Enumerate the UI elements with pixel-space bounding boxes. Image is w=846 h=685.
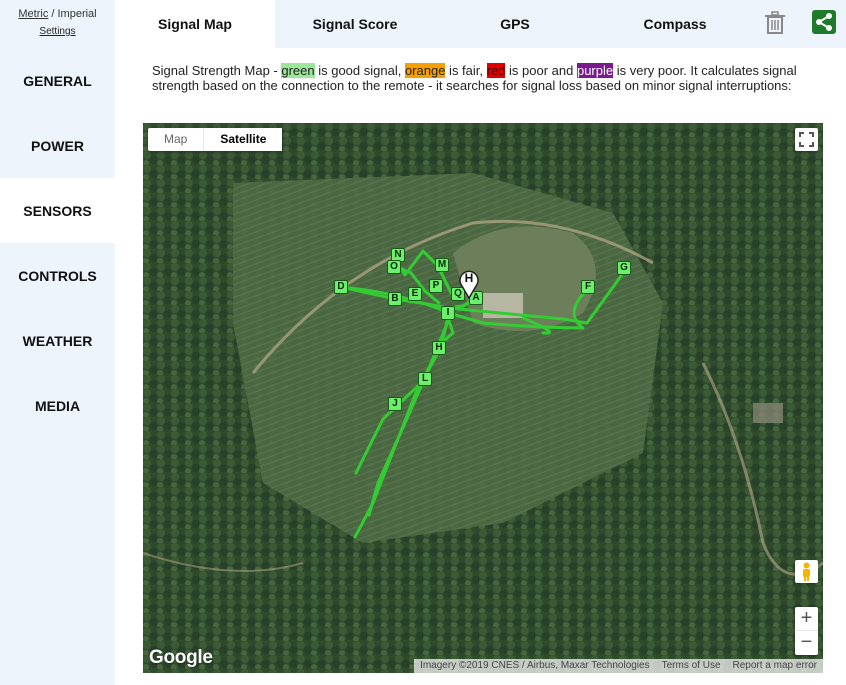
waypoint-marker[interactable]: D (334, 280, 348, 294)
home-label: H (464, 271, 474, 285)
desc-text: is poor and (505, 63, 577, 78)
units-separator: / (48, 8, 58, 20)
waypoint-marker[interactable]: M (435, 258, 449, 272)
legend-orange: orange (404, 63, 446, 78)
zoom-control: + − (795, 607, 818, 655)
app-root: Metric / Imperial Settings GENERAL POWER… (0, 0, 846, 685)
waypoint-marker[interactable]: O (387, 260, 401, 274)
settings-link[interactable]: Settings (39, 26, 75, 37)
desc-text: Signal Strength Map - (152, 63, 282, 78)
waypoint-marker[interactable]: G (617, 261, 631, 275)
fullscreen-icon[interactable] (795, 128, 818, 151)
map-type-satellite-button[interactable]: Satellite (203, 128, 283, 151)
sidebar-item-media[interactable]: MEDIA (0, 373, 115, 438)
waypoint-marker[interactable]: B (388, 292, 402, 306)
map-attribution: Imagery ©2019 CNES / Airbus, Maxar Techn… (414, 659, 823, 673)
google-logo: Google (149, 647, 213, 668)
sidebar-item-power[interactable]: POWER (0, 113, 115, 178)
units-toggle: Metric / Imperial (0, 8, 115, 21)
waypoint-marker[interactable]: J (388, 397, 402, 411)
sidebar: Metric / Imperial Settings GENERAL POWER… (0, 0, 115, 685)
legend-green: green (281, 63, 315, 78)
waypoint-marker[interactable]: L (418, 372, 432, 386)
desc-text: is fair, (445, 63, 487, 78)
home-marker[interactable]: H (458, 269, 480, 300)
trash-icon[interactable] (762, 10, 788, 36)
map-type-map-button[interactable]: Map (148, 128, 203, 151)
tab-bar: Signal Map Signal Score GPS Compass (115, 0, 846, 48)
report-map-error-link[interactable]: Report a map error (727, 659, 823, 673)
sidebar-item-general[interactable]: GENERAL (0, 48, 115, 113)
waypoint-marker[interactable]: H (432, 341, 446, 355)
zoom-in-button[interactable]: + (795, 607, 818, 631)
tab-signal-map[interactable]: Signal Map (115, 0, 275, 48)
tab-gps[interactable]: GPS (435, 0, 595, 48)
waypoint-marker[interactable]: F (581, 280, 595, 294)
desc-text: is good signal, (314, 63, 405, 78)
units-imperial-link[interactable]: Imperial (58, 8, 97, 20)
legend-purple: purple (576, 63, 614, 78)
sidebar-item-weather[interactable]: WEATHER (0, 308, 115, 373)
satellite-map[interactable]: N O M D B E P Q A I F G H L J H Map Sate… (143, 123, 823, 673)
zoom-out-button[interactable]: − (795, 631, 818, 655)
pegman-icon[interactable] (795, 560, 818, 583)
map-type-control: Map Satellite (148, 128, 283, 151)
share-icon[interactable] (812, 10, 836, 34)
waypoint-marker[interactable]: E (408, 287, 422, 301)
units-metric-link[interactable]: Metric (18, 8, 48, 20)
satellite-imagery (143, 123, 823, 673)
waypoint-marker[interactable]: P (429, 279, 443, 293)
signal-map-description: Signal Strength Map - green is good sign… (152, 63, 822, 93)
sidebar-item-controls[interactable]: CONTROLS (0, 243, 115, 308)
legend-red: red (486, 63, 506, 78)
terms-of-use-link[interactable]: Terms of Use (656, 659, 727, 673)
sidebar-item-sensors[interactable]: SENSORS (0, 178, 115, 243)
waypoint-marker[interactable]: I (441, 306, 455, 320)
tab-compass[interactable]: Compass (595, 0, 755, 48)
imagery-credit: Imagery ©2019 CNES / Airbus, Maxar Techn… (420, 660, 650, 671)
tab-signal-score[interactable]: Signal Score (275, 0, 435, 48)
